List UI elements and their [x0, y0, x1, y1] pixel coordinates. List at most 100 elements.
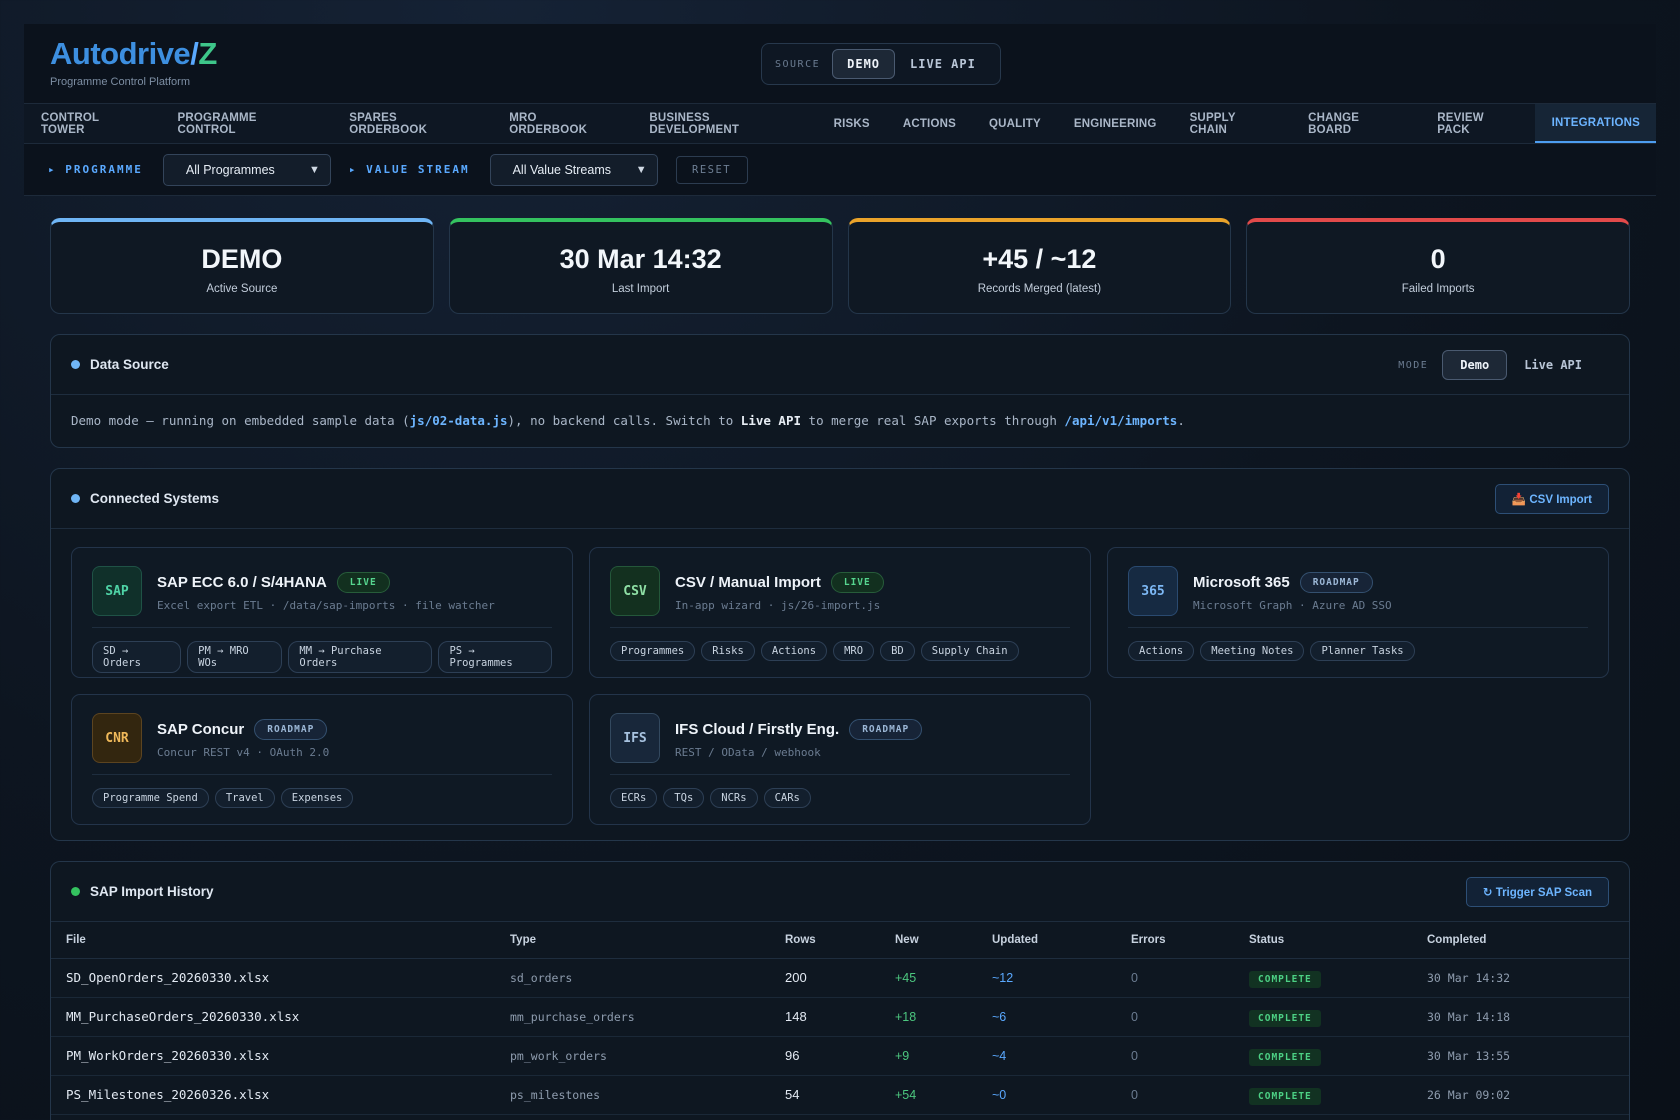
- connected-systems-panel: Connected Systems 📥 CSV Import SAP SAP E…: [50, 468, 1630, 841]
- cell-updated: ~12: [992, 958, 1131, 998]
- source-toggle: SOURCE DEMO LIVE API: [761, 43, 1001, 85]
- source-live-api-button[interactable]: LIVE API: [895, 49, 991, 79]
- table-row[interactable]: PS_Milestones_20260326.xlsx ps_milestone…: [51, 1075, 1629, 1115]
- data-file-link[interactable]: js/02-data.js: [410, 413, 508, 428]
- cell-status: COMPLETE: [1249, 1036, 1427, 1076]
- module-chip: BD: [880, 641, 915, 661]
- source-label: SOURCE: [775, 58, 821, 70]
- system-name: SAP ECC 6.0 / S/4HANA: [157, 574, 327, 591]
- col-completed[interactable]: Completed: [1427, 922, 1629, 959]
- import-history-title: SAP Import History: [90, 884, 214, 899]
- col-type[interactable]: Type: [510, 922, 785, 959]
- cell-new: +9: [895, 1036, 992, 1076]
- module-chip: MM → Purchase Orders: [288, 641, 433, 673]
- connected-systems-title: Connected Systems: [90, 491, 220, 506]
- cell-new: +54: [895, 1075, 992, 1115]
- system-description: In-app wizard · js/26-import.js: [675, 599, 881, 612]
- source-demo-button[interactable]: DEMO: [832, 49, 896, 79]
- module-chip: Supply Chain: [920, 641, 1019, 661]
- ifs-icon: IFS: [610, 713, 660, 763]
- tab-quality[interactable]: QUALITY: [972, 104, 1057, 143]
- tab-spares-orderbook[interactable]: SPARES ORDERBOOK: [332, 104, 492, 143]
- kpi-label: Failed Imports: [1401, 283, 1475, 295]
- module-chip: Actions: [1128, 641, 1195, 661]
- system-card-sap[interactable]: SAP SAP ECC 6.0 / S/4HANA LIVE Excel exp…: [71, 547, 573, 678]
- kpi-active-source: DEMO Active Source: [50, 218, 434, 314]
- tab-risks[interactable]: RISKS: [817, 104, 886, 143]
- tab-review-pack[interactable]: REVIEW PACK: [1420, 104, 1534, 143]
- system-card-sap-concur[interactable]: CNR SAP Concur ROADMAP Concur REST v4 · …: [71, 694, 573, 825]
- brand[interactable]: Autodrive/Z Programme Control Platform: [50, 36, 217, 88]
- mode-live-api-button[interactable]: Live API: [1507, 351, 1599, 379]
- status-badge: ROADMAP: [849, 719, 923, 740]
- cell-completed: 30 Mar 13:55: [1427, 1036, 1629, 1076]
- value-stream-select-value: All Value Streams: [512, 162, 611, 177]
- system-card-microsoft-365[interactable]: 365 Microsoft 365 ROADMAP Microsoft Grap…: [1107, 547, 1609, 678]
- import-history-header: SAP Import History ↻ Trigger SAP Scan: [51, 862, 1629, 922]
- system-description: Excel export ETL · /data/sap-imports · f…: [157, 599, 495, 612]
- cell-completed: 26 Mar 09:02: [1427, 1075, 1629, 1115]
- tab-business-development[interactable]: BUSINESS DEVELOPMENT: [632, 104, 816, 143]
- cell-updated: ~4: [992, 1036, 1131, 1076]
- system-name: IFS Cloud / Firstly Eng.: [675, 721, 840, 738]
- brand-logo: Autodrive/Z: [50, 36, 217, 71]
- tab-mro-orderbook[interactable]: MRO ORDERBOOK: [492, 104, 632, 143]
- programme-filter-label: ▸ PROGRAMME: [48, 163, 143, 176]
- cell-rows: 54: [785, 1075, 895, 1115]
- system-card-csv[interactable]: CSV CSV / Manual Import LIVE In-app wiza…: [589, 547, 1091, 678]
- tab-supply-chain[interactable]: SUPPLY CHAIN: [1173, 104, 1292, 143]
- table-row[interactable]: PM_WorkOrders_20260330.xlsx pm_work_orde…: [51, 1036, 1629, 1076]
- cell-updated: ~6: [992, 997, 1131, 1037]
- module-chip: ECRs: [610, 788, 658, 808]
- module-chip: CARs: [763, 788, 811, 808]
- sap-icon: SAP: [92, 566, 142, 616]
- module-chip: Expenses: [280, 788, 354, 808]
- status-badge: COMPLETE: [1249, 1048, 1321, 1066]
- col-file[interactable]: File: [51, 922, 510, 959]
- status-badge: ROADMAP: [254, 719, 328, 740]
- system-card-ifs-cloud[interactable]: IFS IFS Cloud / Firstly Eng. ROADMAP RES…: [589, 694, 1091, 825]
- cell-completed: 30 Mar 14:18: [1427, 997, 1629, 1037]
- cell-new: +45: [895, 958, 992, 998]
- tab-change-board[interactable]: CHANGE BOARD: [1291, 104, 1420, 143]
- status-dot: [71, 494, 80, 503]
- module-chip: Travel: [214, 788, 275, 808]
- cell-type: sd_orders: [510, 958, 785, 998]
- col-new[interactable]: New: [895, 922, 992, 959]
- csv-import-button[interactable]: 📥 CSV Import: [1494, 484, 1609, 514]
- kpi-label: Active Source: [206, 283, 278, 295]
- data-source-description: Demo mode — running on embedded sample d…: [71, 413, 1185, 428]
- mode-demo-button[interactable]: Demo: [1442, 350, 1508, 380]
- col-rows[interactable]: Rows: [785, 922, 895, 959]
- cell-errors: 0: [1131, 1036, 1249, 1076]
- table-row[interactable]: MM_PurchaseOrders_20260330.xlsx mm_purch…: [51, 997, 1629, 1037]
- tab-engineering[interactable]: ENGINEERING: [1057, 104, 1173, 143]
- col-updated[interactable]: Updated: [992, 922, 1131, 959]
- cell-errors: 0: [1131, 997, 1249, 1037]
- mode-toggle: MODE Demo Live API: [1398, 350, 1599, 380]
- reset-button[interactable]: RESET: [675, 155, 748, 184]
- table-row[interactable]: SD_OpenOrders_20260330.xlsx sd_orders 20…: [51, 958, 1629, 998]
- tab-programme-control[interactable]: PROGRAMME CONTROL: [161, 104, 333, 143]
- module-chip: Risks: [701, 641, 755, 661]
- cell-status: COMPLETE: [1249, 997, 1427, 1037]
- value-stream-select[interactable]: All Value Streams ▼: [489, 153, 658, 186]
- trigger-sap-scan-button[interactable]: ↻ Trigger SAP Scan: [1465, 877, 1609, 907]
- col-errors[interactable]: Errors: [1131, 922, 1249, 959]
- tab-integrations[interactable]: INTEGRATIONS: [1534, 104, 1657, 143]
- programme-select[interactable]: All Programmes ▼: [162, 153, 331, 186]
- col-status[interactable]: Status: [1249, 922, 1427, 959]
- tab-actions[interactable]: ACTIONS: [886, 104, 972, 143]
- module-chip: PM → MRO WOs: [187, 641, 283, 673]
- top-bar: Autodrive/Z Programme Control Platform S…: [24, 24, 1656, 104]
- status-badge: LIVE: [830, 572, 884, 593]
- brand-subtitle: Programme Control Platform: [50, 76, 190, 88]
- cell-errors: 0: [1131, 958, 1249, 998]
- cell-file: PM_WorkOrders_20260330.xlsx: [51, 1036, 510, 1076]
- cell-file: SD_OpenOrders_20260330.xlsx: [51, 958, 510, 998]
- tab-control-tower[interactable]: CONTROL TOWER: [24, 104, 161, 143]
- status-badge: COMPLETE: [1249, 1009, 1321, 1027]
- cell-file: PS_Milestones_20260326.xlsx: [51, 1075, 510, 1115]
- cell-type: mm_purchase_orders: [510, 997, 785, 1037]
- system-name: CSV / Manual Import: [675, 574, 821, 591]
